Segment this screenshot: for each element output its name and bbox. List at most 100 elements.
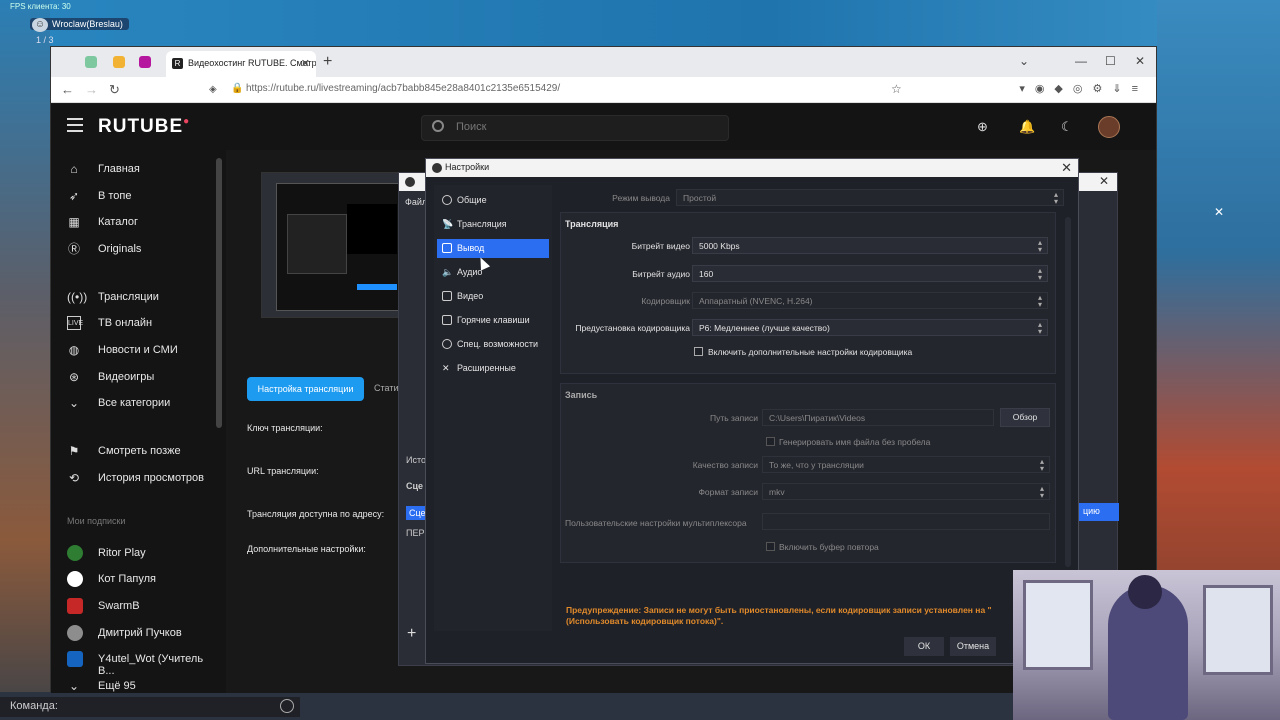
sidebar-item-label: История просмотров: [98, 472, 204, 484]
bell-icon[interactable]: 🔔: [1019, 119, 1035, 135]
sidebar-item-originals[interactable]: Ⓡ Originals: [51, 238, 221, 262]
wrench-icon: ✕: [442, 363, 450, 373]
nav-label: Спец. возможности: [457, 339, 538, 349]
subscription-item[interactable]: Дмитрий Пучков: [51, 622, 221, 646]
close-icon[interactable]: ✕: [1099, 174, 1109, 188]
address-bar: ← → ↻ ◈ 🔒 https://rutube.ru/livestreamin…: [51, 77, 1156, 103]
nav-label: Видео: [457, 291, 484, 301]
sidebar-item-label: Смотреть позже: [98, 445, 181, 457]
sidebar-item-games[interactable]: ⊛ Видеоигры: [51, 366, 221, 390]
microphone-icon[interactable]: [280, 699, 294, 713]
extension-icon[interactable]: [85, 56, 97, 68]
nav-stream[interactable]: 📡 Трансляция: [437, 215, 549, 234]
recording-path-input[interactable]: C:\Users\Пиратик\Videos: [762, 409, 994, 426]
rocket-icon: ➶: [68, 189, 80, 203]
maximize-icon[interactable]: ☐: [1105, 54, 1116, 68]
encoder-select[interactable]: Аппаратный (NVENC, H.264) ▴ ▾: [692, 292, 1048, 309]
ok-button[interactable]: ОК: [904, 637, 944, 656]
obs-file-menu[interactable]: Файл: [405, 197, 427, 207]
history-icon: ⟲: [68, 471, 80, 485]
shield-icon[interactable]: ◈: [209, 84, 217, 95]
output-settings-panel: Режим вывода Простой ▴ ▾ Трансляция Битрей…: [560, 185, 1071, 631]
minimize-icon[interactable]: —: [1075, 54, 1087, 68]
stats-tab[interactable]: Стати: [374, 383, 398, 393]
subscription-item[interactable]: Y4utel_Wot (Учитель В...: [51, 648, 221, 677]
sidebar-more[interactable]: ⌄ Ещё 95: [51, 675, 221, 699]
obs-scenes-label: Сце: [406, 481, 424, 491]
game-close-icon[interactable]: ✕: [1214, 205, 1224, 219]
sidebar-item-home[interactable]: ⌂ Главная: [51, 158, 221, 182]
browser-tab[interactable]: R Видеохостинг RUTUBE. Смотр... ✕: [166, 51, 316, 77]
back-icon[interactable]: ←: [61, 82, 74, 97]
video-bitrate-spinbox[interactable]: 5000 Kbps ▴ ▾: [692, 237, 1048, 254]
search-placeholder: Поиск: [456, 121, 487, 133]
channel-avatar: [67, 571, 83, 587]
preset-select[interactable]: P6: Медленнее (лучше качество) ▴ ▾: [692, 319, 1048, 336]
subscription-item[interactable]: SwarmB: [51, 595, 221, 619]
no-space-checkbox[interactable]: [766, 437, 775, 446]
browse-button[interactable]: Обзор: [1000, 408, 1050, 427]
encoder-label: Кодировщик: [641, 296, 690, 306]
replay-buffer-checkbox[interactable]: [766, 542, 775, 551]
upload-icon[interactable]: ⊕: [977, 119, 988, 135]
new-tab-button[interactable]: +: [323, 53, 332, 71]
stream-setup-tab[interactable]: Настройка трансляции: [247, 377, 364, 401]
close-window-icon[interactable]: ✕: [1135, 54, 1145, 68]
avatar[interactable]: [1098, 116, 1120, 138]
browser-toolbar-icons[interactable]: ▾◉◆◎⚙⇓≡: [1019, 82, 1148, 95]
nav-video[interactable]: Видео: [437, 287, 549, 306]
nav-hotkeys[interactable]: Горячие клавиши: [437, 311, 549, 330]
settings-scrollbar[interactable]: [1065, 217, 1071, 567]
stream-preview[interactable]: [261, 172, 409, 318]
add-icon[interactable]: +: [407, 625, 416, 643]
sidebar-item-label: В топе: [98, 190, 132, 202]
recording-format-label: Формат записи: [698, 487, 758, 497]
moon-icon[interactable]: ☾: [1061, 119, 1073, 135]
settings-dialog: Настройки ✕ Общие 📡 Трансляция Вывод 🔈 Ауд…: [425, 158, 1079, 664]
advanced-encoder-checkbox-label: Включить дополнительные настройки кодиро…: [708, 347, 913, 357]
recording-path-value: C:\Users\Пиратик\Videos: [769, 413, 866, 423]
sidebar-item-tv[interactable]: LIVE ТВ онлайн: [51, 312, 221, 336]
sidebar-item-news[interactable]: ◍ Новости и СМИ: [51, 339, 221, 363]
sidebar-item-top[interactable]: ➶ В топе: [51, 185, 221, 209]
search-input[interactable]: Поиск: [421, 115, 729, 141]
subscription-item[interactable]: Ritor Play: [51, 542, 221, 566]
window-illustration: [1023, 580, 1093, 670]
advanced-encoder-checkbox[interactable]: [694, 347, 703, 356]
logo-text: RUTUBE: [98, 116, 184, 137]
sidebar-item-watch-later[interactable]: ⚑ Смотреть позже: [51, 440, 221, 464]
subscription-item[interactable]: Кот Папуля: [51, 568, 221, 592]
sidebar-item-catalog[interactable]: ▦ Каталог: [51, 211, 221, 235]
extension-icon[interactable]: [113, 56, 125, 68]
video-bitrate-value: 5000 Kbps: [699, 241, 740, 251]
recording-quality-select[interactable]: То же, что у трансляции ▴ ▾: [762, 456, 1050, 473]
rutube-logo[interactable]: RUTUBE●: [98, 116, 190, 138]
nav-output[interactable]: Вывод: [437, 239, 549, 258]
output-mode-select[interactable]: Простой ▴ ▾: [676, 189, 1064, 206]
sidebar-item-broadcasts[interactable]: ((•)) Трансляции: [51, 286, 221, 310]
url-field[interactable]: https://rutube.ru/livestreaming/acb7babb…: [246, 83, 560, 94]
nav-audio[interactable]: 🔈 Аудио: [437, 263, 549, 282]
menu-icon[interactable]: [67, 118, 83, 132]
sidebar-item-all-categories[interactable]: ⌄ Все категории: [51, 392, 221, 416]
nav-general[interactable]: Общие: [437, 191, 549, 210]
home-icon: ⌂: [70, 162, 78, 176]
nav-advanced[interactable]: ✕ Расширенные: [437, 359, 549, 378]
forward-icon[interactable]: →: [85, 82, 98, 97]
sidebar-item-history[interactable]: ⟲ История просмотров: [51, 467, 221, 491]
audio-bitrate-select[interactable]: 160 ▴ ▾: [692, 265, 1048, 282]
close-tab-icon[interactable]: ✕: [301, 57, 310, 70]
command-input[interactable]: Команда:: [0, 697, 300, 717]
tab-list-icon[interactable]: ⌄: [1019, 54, 1029, 68]
nav-accessibility[interactable]: Спец. возможности: [437, 335, 549, 354]
close-icon[interactable]: ✕: [1061, 160, 1072, 176]
updown-icon: ▴ ▾: [1037, 293, 1042, 309]
muxer-settings-input[interactable]: [762, 513, 1050, 530]
reload-icon[interactable]: ↻: [109, 82, 120, 98]
recording-format-select[interactable]: mkv ▴ ▾: [762, 483, 1050, 500]
obs-stream-button[interactable]: цию: [1079, 503, 1119, 521]
cancel-button[interactable]: Отмена: [950, 637, 996, 656]
bookmark-star-icon[interactable]: ☆: [891, 82, 902, 96]
extension-icon[interactable]: [139, 56, 151, 68]
warning-text: Предупреждение: Записи не могут быть при…: [566, 605, 992, 626]
